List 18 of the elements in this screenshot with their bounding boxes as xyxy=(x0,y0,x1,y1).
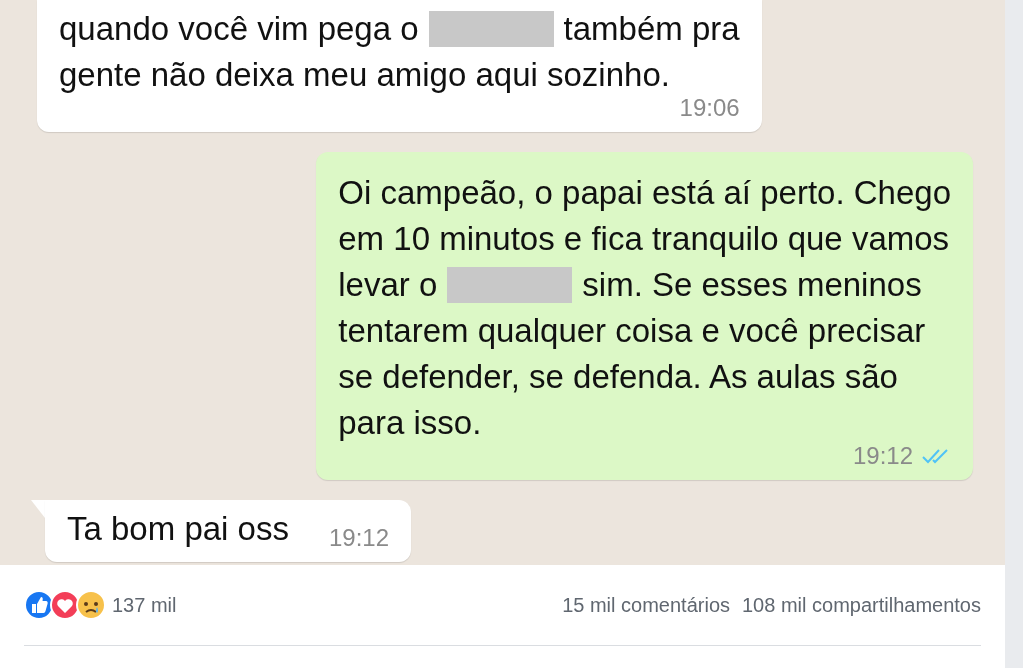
message-text: tentarem qualquer coisa e você precisar xyxy=(338,311,926,351)
message-time: 19:12 xyxy=(852,442,913,470)
comments-link[interactable]: 15 mil comentários xyxy=(562,593,730,617)
shares-link[interactable]: 108 mil compartilhamentos xyxy=(742,593,981,617)
message-text: Oi campeão, o papai está aí perto. Chego xyxy=(338,173,951,213)
crying-face-icon[interactable] xyxy=(76,590,106,620)
message-text: também pra xyxy=(563,9,740,49)
message-time: 19:06 xyxy=(679,94,740,122)
message-text: gente não deixa meu amigo aqui sozinho. xyxy=(59,55,670,95)
message-text: Ta bom pai oss xyxy=(67,509,289,549)
message-text: para isso. xyxy=(338,403,482,443)
reaction-count[interactable]: 137 mil xyxy=(112,593,177,617)
message-text: quando você vim pega o xyxy=(59,9,419,49)
message-text: sim. Se esses meninos xyxy=(582,265,922,305)
message-text: levar o xyxy=(338,265,438,305)
message-text: em 10 minutos e fica tranquilo que vamos xyxy=(338,219,950,259)
message-text: se defender, se defenda. As aulas são xyxy=(338,357,898,397)
message-time: 19:12 xyxy=(328,524,389,552)
